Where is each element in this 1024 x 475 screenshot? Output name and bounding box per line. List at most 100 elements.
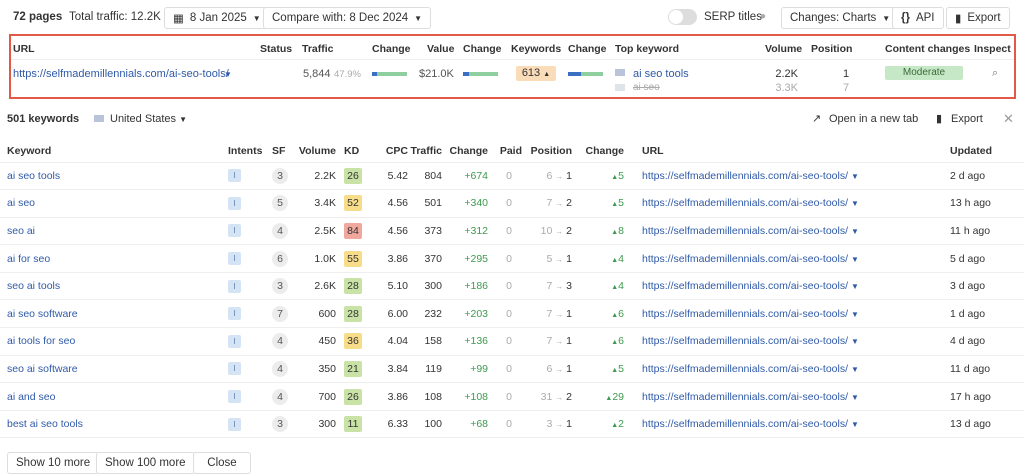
chevron-down-icon[interactable]: ▼	[851, 310, 859, 319]
col-top-keyword[interactable]: Top keyword	[615, 43, 679, 55]
col-traffic[interactable]: Traffic	[408, 140, 442, 163]
col-kd[interactable]: KD	[344, 140, 374, 163]
col-change[interactable]: Change	[372, 43, 411, 55]
keyword-link[interactable]: seo ai software	[7, 363, 78, 375]
traffic: 108	[408, 382, 442, 411]
traffic: 501	[408, 189, 442, 218]
chevron-down-icon[interactable]: ▼	[851, 199, 859, 208]
chevron-down-icon[interactable]: ▼	[851, 365, 859, 374]
date-picker[interactable]: ▦ 8 Jan 2025 ▼	[164, 7, 270, 29]
col-cpc[interactable]: CPC	[374, 140, 408, 163]
col-value-change[interactable]: Change	[463, 43, 502, 55]
serp-features-count[interactable]: 4	[272, 333, 288, 350]
chevron-down-icon[interactable]: ▼	[224, 70, 232, 79]
chevron-down-icon[interactable]: ▼	[851, 393, 859, 402]
country-dropdown[interactable]: United States ▼	[110, 113, 187, 125]
compare-picker[interactable]: Compare with: 8 Dec 2024 ▼	[263, 7, 432, 29]
keyword-link[interactable]: ai seo tools	[7, 170, 60, 182]
col-intents[interactable]: Intents	[228, 140, 272, 163]
serp-features-count[interactable]: 4	[272, 222, 288, 239]
keywords-badge[interactable]: 613 ▲	[516, 66, 556, 81]
top-keyword-link[interactable]: ai seo tools	[633, 68, 689, 80]
serp-features-count[interactable]: 5	[272, 195, 288, 212]
ranking-url-link[interactable]: https://selfmademillennials.com/ai-seo-t…	[642, 225, 848, 237]
col-content-changes[interactable]: Content changes	[885, 43, 970, 55]
ranking-url-link[interactable]: https://selfmademillennials.com/ai-seo-t…	[642, 363, 848, 375]
serp-features-count[interactable]: 6	[272, 250, 288, 267]
col-keywords[interactable]: Keywords	[511, 43, 561, 55]
content-changes-badge[interactable]: Moderate	[885, 66, 963, 80]
ranking-url-link[interactable]: https://selfmademillennials.com/ai-seo-t…	[642, 197, 848, 209]
col-traffic[interactable]: Traffic	[302, 43, 334, 55]
open-new-tab-button[interactable]: Open in a new tab	[829, 113, 918, 125]
position-change: 5	[618, 362, 624, 375]
ranking-url-link[interactable]: https://selfmademillennials.com/ai-seo-t…	[642, 418, 848, 430]
col-updated[interactable]: Updated	[950, 140, 1024, 163]
col-volume[interactable]: Volume	[765, 43, 802, 55]
chevron-down-icon[interactable]: ▼	[851, 227, 859, 236]
show-100-more-button[interactable]: Show 100 more	[96, 452, 195, 474]
col-position[interactable]: Position	[811, 43, 852, 55]
keyword-link[interactable]: best ai seo tools	[7, 418, 83, 430]
search-icon[interactable]: ⌕	[992, 67, 998, 80]
col-position[interactable]: Position	[522, 140, 572, 163]
col-position-change[interactable]: Change	[572, 140, 624, 163]
serp-features-count[interactable]: 4	[272, 388, 288, 405]
col-url[interactable]: URL	[13, 43, 35, 55]
chevron-down-icon: ▼	[252, 13, 261, 23]
col-status[interactable]: Status	[260, 43, 292, 55]
ranking-url-link[interactable]: https://selfmademillennials.com/ai-seo-t…	[642, 280, 848, 292]
position-to: 1	[566, 252, 572, 265]
changes-dropdown[interactable]: Changes: Charts ▼	[781, 7, 900, 29]
traffic-change: +68	[442, 410, 488, 439]
col-url[interactable]: URL	[624, 140, 950, 163]
col-paid[interactable]: Paid	[488, 140, 522, 163]
updated: 1 d ago	[950, 299, 1024, 329]
keywords-export-button[interactable]: Export	[951, 113, 983, 125]
keyword-link[interactable]: ai seo	[7, 197, 35, 209]
ranking-url-link[interactable]: https://selfmademillennials.com/ai-seo-t…	[642, 308, 848, 320]
close-icon[interactable]: ✕	[1003, 111, 1014, 127]
traffic: 804	[408, 162, 442, 191]
traffic-change: +295	[442, 244, 488, 273]
ranking-url-link[interactable]: https://selfmademillennials.com/ai-seo-t…	[642, 335, 848, 347]
export-button[interactable]: ▮ Export	[946, 7, 1010, 29]
serp-features-count[interactable]: 4	[272, 360, 288, 377]
chevron-down-icon[interactable]: ▼	[851, 337, 859, 346]
intent-badge: I	[228, 279, 241, 293]
chevron-down-icon[interactable]: ▼	[851, 255, 859, 264]
chevron-down-icon[interactable]: ▼	[851, 420, 859, 429]
paid: 0	[488, 244, 522, 273]
chevron-down-icon[interactable]: ▼	[851, 282, 859, 291]
page-url-link[interactable]: https://selfmademillennials.com/ai-seo-t…	[13, 68, 229, 80]
ranking-url-link[interactable]: https://selfmademillennials.com/ai-seo-t…	[642, 391, 848, 403]
serp-features-count[interactable]: 3	[272, 416, 288, 433]
col-keywords-change[interactable]: Change	[568, 43, 607, 55]
api-button[interactable]: {} API	[892, 7, 944, 29]
kd-badge: 11	[344, 416, 362, 433]
keyword-link[interactable]: seo ai	[7, 225, 35, 237]
chevron-down-icon[interactable]: ▼	[851, 172, 859, 181]
serp-features-count[interactable]: 3	[272, 278, 288, 295]
serp-features-count[interactable]: 3	[272, 167, 288, 184]
serp-features-count[interactable]: 7	[272, 305, 288, 322]
col-value[interactable]: Value	[427, 43, 454, 55]
keyword-link[interactable]: ai for seo	[7, 253, 50, 265]
help-icon[interactable]: ●	[760, 11, 766, 22]
col-sf[interactable]: SF	[272, 140, 298, 163]
keyword-link[interactable]: ai seo software	[7, 308, 78, 320]
position-from: 5	[546, 252, 553, 265]
show-10-more-button[interactable]: Show 10 more	[7, 452, 100, 474]
close-button[interactable]: Close	[193, 452, 251, 474]
col-keyword[interactable]: Keyword	[0, 140, 228, 163]
traffic-change: +136	[442, 327, 488, 356]
ranking-url-link[interactable]: https://selfmademillennials.com/ai-seo-t…	[642, 170, 848, 182]
date-label: 8 Jan 2025	[189, 12, 247, 24]
col-volume[interactable]: Volume	[298, 140, 336, 163]
keyword-link[interactable]: ai tools for seo	[7, 335, 75, 347]
keyword-link[interactable]: ai and seo	[7, 391, 55, 403]
keyword-link[interactable]: seo ai tools	[7, 280, 60, 292]
ranking-url-link[interactable]: https://selfmademillennials.com/ai-seo-t…	[642, 253, 848, 265]
serp-titles-toggle[interactable]	[668, 9, 697, 25]
col-change[interactable]: Change	[442, 140, 488, 163]
